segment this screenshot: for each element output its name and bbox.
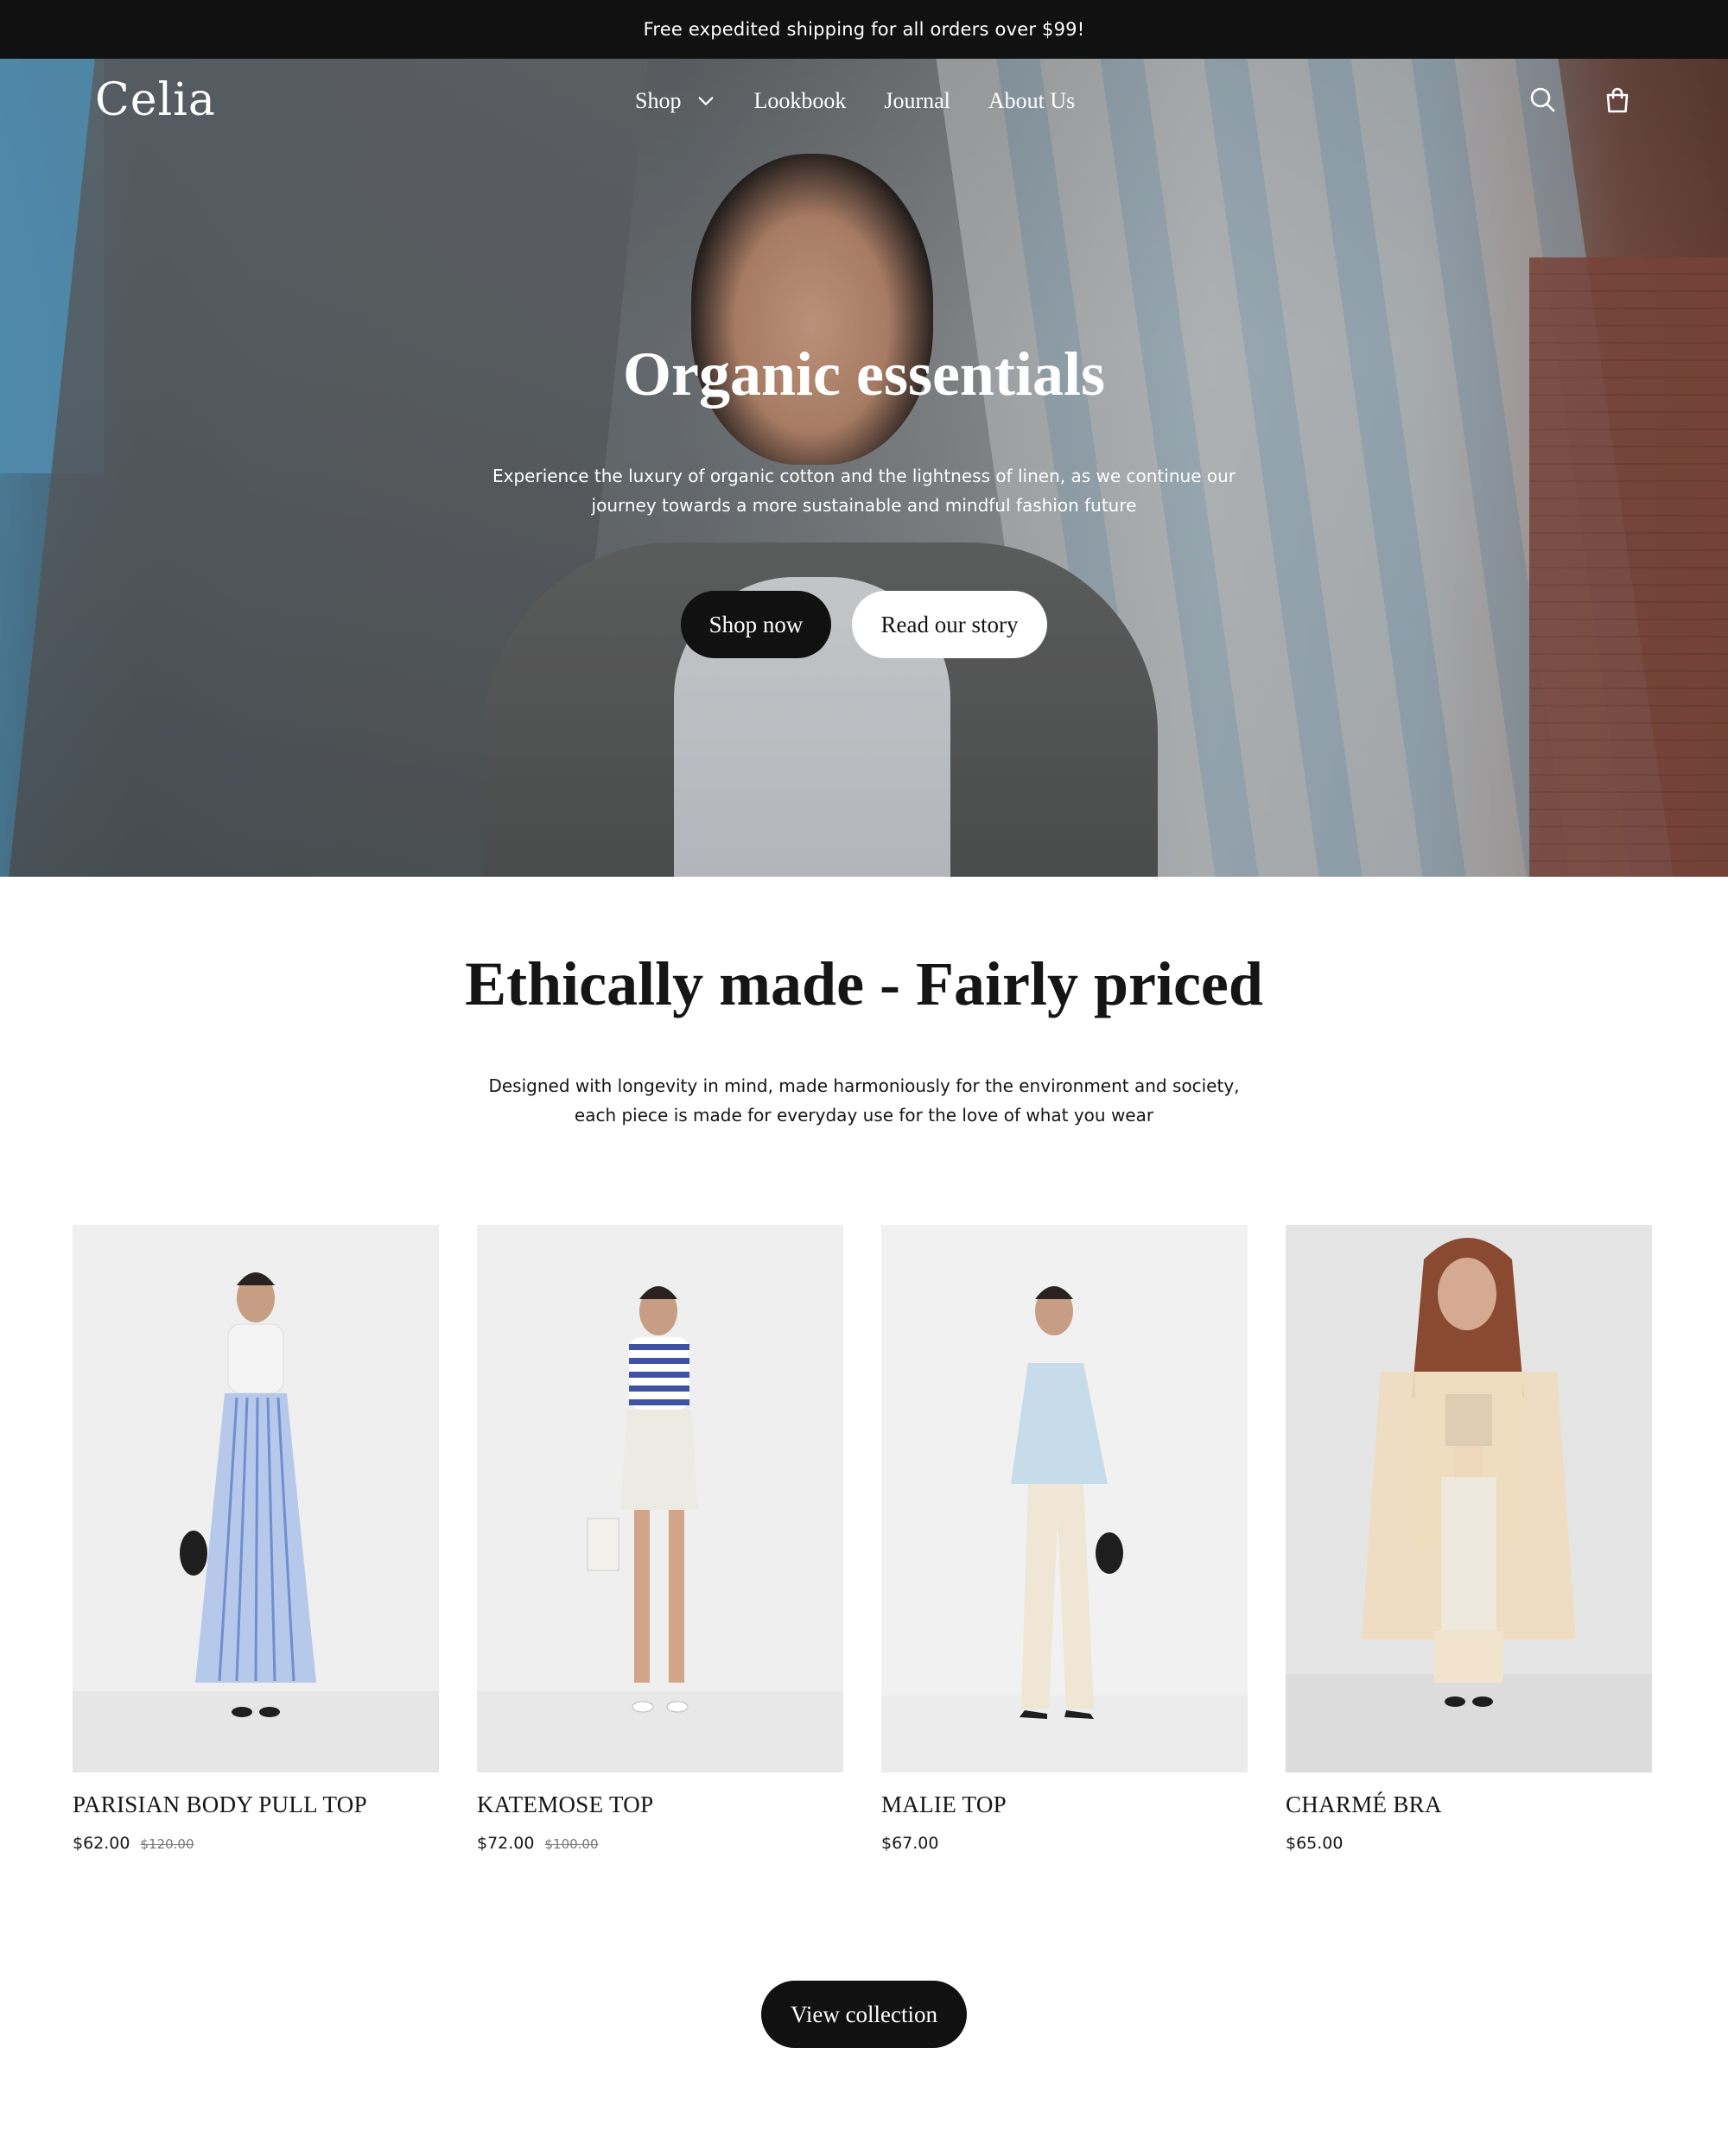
- product-name[interactable]: MALIE TOP: [881, 1791, 1248, 1818]
- nav-item-label: Journal: [884, 88, 950, 113]
- announcement-text: Free expedited shipping for all orders o…: [643, 19, 1085, 40]
- nav-item-label: Shop: [635, 88, 682, 113]
- section-subtitle: Designed with longevity in mind, made ha…: [488, 1075, 1240, 1126]
- shopping-bag-icon[interactable]: [1602, 85, 1633, 116]
- compare-at-price: $120.00: [140, 1836, 194, 1852]
- product-card[interactable]: MALIE TOP $67.00: [881, 1225, 1248, 1853]
- nav-item-lookbook[interactable]: Lookbook: [753, 88, 846, 114]
- product-grid: PARISIAN BODY PULL TOP $62.00 $120.00 KA…: [73, 1225, 1652, 1853]
- model-figure: [73, 1272, 439, 1772]
- main-nav: Shop Lookbook Journal About Us: [635, 88, 1113, 114]
- product-price: $72.00 $100.00: [477, 1834, 843, 1853]
- product-card[interactable]: PARISIAN BODY PULL TOP $62.00 $120.00: [73, 1225, 439, 1853]
- search-icon[interactable]: [1528, 85, 1559, 116]
- sale-price: $65.00: [1286, 1834, 1344, 1853]
- read-our-story-button[interactable]: Read our story: [852, 591, 1047, 658]
- nav-item-label: Lookbook: [753, 88, 847, 113]
- section-title: Ethically made - Fairly priced: [465, 949, 1263, 1018]
- header-actions: [1528, 85, 1633, 116]
- sale-price: $62.00: [73, 1834, 130, 1853]
- product-image[interactable]: [881, 1225, 1248, 1772]
- product-price: $62.00 $120.00: [73, 1834, 439, 1853]
- product-name[interactable]: CHARMÉ BRA: [1286, 1791, 1652, 1818]
- product-image[interactable]: [477, 1225, 843, 1772]
- model-figure: [477, 1286, 843, 1772]
- compare-at-price: $100.00: [544, 1836, 599, 1852]
- model-figure: [1286, 1238, 1652, 1772]
- nav-item-shop[interactable]: Shop: [635, 88, 715, 114]
- nav-item-about-us[interactable]: About Us: [988, 88, 1075, 114]
- nav-item-journal[interactable]: Journal: [884, 88, 950, 114]
- product-card[interactable]: KATEMOSE TOP $72.00 $100.00: [477, 1225, 843, 1853]
- hero-title: Organic essentials: [623, 339, 1105, 409]
- chevron-down-icon[interactable]: [696, 92, 715, 111]
- product-card[interactable]: CHARMÉ BRA $65.00: [1286, 1225, 1652, 1853]
- nav-item-label: About Us: [988, 88, 1076, 113]
- product-name[interactable]: KATEMOSE TOP: [477, 1791, 843, 1818]
- hero-buttons: Shop now Read our story: [0, 591, 1728, 658]
- product-price: $67.00: [881, 1834, 1248, 1853]
- product-image[interactable]: [1286, 1225, 1652, 1772]
- view-collection-wrap: View collection: [0, 1981, 1728, 2048]
- hero-banner: Organic essentials Experience the luxury…: [0, 59, 1728, 877]
- product-name[interactable]: PARISIAN BODY PULL TOP: [73, 1791, 439, 1818]
- shop-now-button[interactable]: Shop now: [681, 591, 831, 658]
- model-figure: [881, 1286, 1248, 1772]
- view-collection-button[interactable]: View collection: [760, 1981, 968, 2048]
- site-header: Celia Shop Lookbook Journal About Us: [0, 59, 1728, 145]
- product-price: $65.00: [1286, 1834, 1652, 1853]
- logo[interactable]: Celia: [95, 74, 216, 126]
- sale-price: $72.00: [477, 1834, 535, 1853]
- announcement-bar: Free expedited shipping for all orders o…: [0, 0, 1728, 59]
- sale-price: $67.00: [881, 1834, 939, 1853]
- hero-subtitle: Experience the luxury of organic cotton …: [492, 466, 1236, 516]
- product-image[interactable]: [73, 1225, 439, 1772]
